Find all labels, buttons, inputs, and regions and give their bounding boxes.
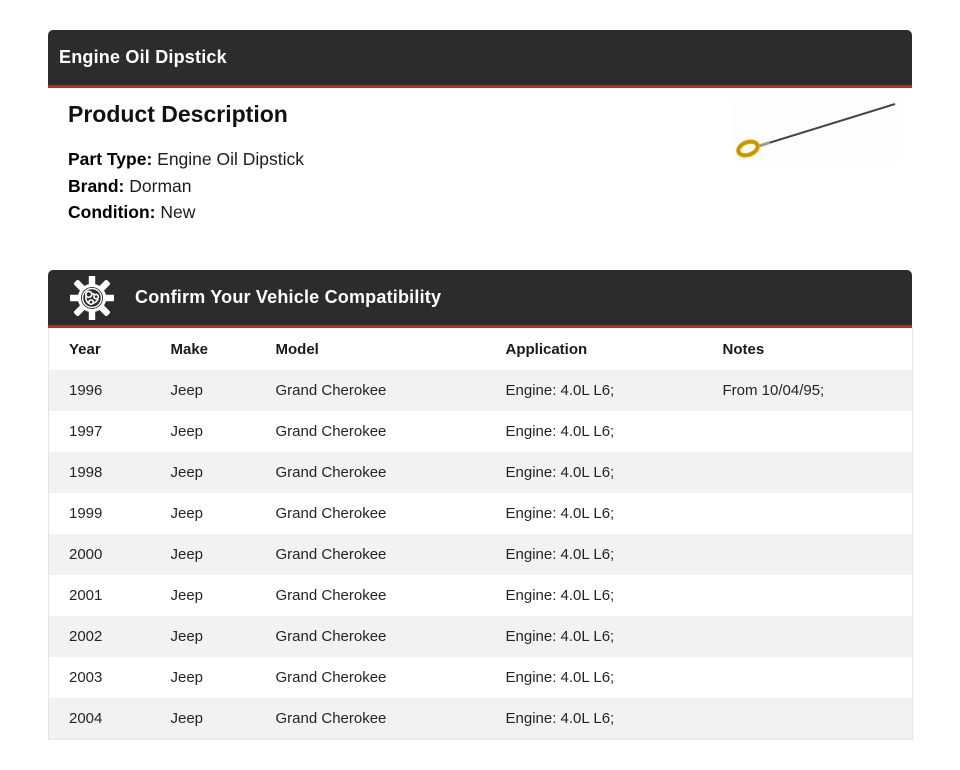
detail-condition: Condition: New	[68, 199, 912, 226]
cell-model: Grand Cherokee	[255, 370, 486, 411]
table-row: 1997 Jeep Grand Cherokee Engine: 4.0L L6…	[48, 411, 913, 452]
table-row: 2002 Jeep Grand Cherokee Engine: 4.0L L6…	[48, 616, 913, 657]
cell-model: Grand Cherokee	[255, 657, 486, 698]
cell-year: 2001	[48, 575, 151, 616]
cell-model: Grand Cherokee	[255, 534, 486, 575]
cell-year: 1999	[48, 493, 151, 534]
cell-notes	[702, 657, 913, 698]
cell-application: Engine: 4.0L L6;	[485, 493, 703, 534]
cell-notes	[702, 575, 913, 616]
cell-make: Jeep	[150, 616, 256, 657]
cell-model: Grand Cherokee	[255, 616, 486, 657]
cell-application: Engine: 4.0L L6;	[485, 370, 703, 411]
table-row: 2001 Jeep Grand Cherokee Engine: 4.0L L6…	[48, 575, 913, 616]
cell-model: Grand Cherokee	[255, 698, 486, 740]
detail-condition-value: New	[160, 202, 196, 222]
compatibility-title: Confirm Your Vehicle Compatibility	[135, 287, 442, 307]
listing-page: Engine Oil Dipstick Product Description …	[48, 30, 913, 740]
table-row: 2004 Jeep Grand Cherokee Engine: 4.0L L6…	[48, 698, 913, 740]
cell-make: Jeep	[150, 452, 256, 493]
cell-application: Engine: 4.0L L6;	[485, 534, 703, 575]
cell-application: Engine: 4.0L L6;	[485, 575, 703, 616]
cell-year: 1996	[48, 370, 151, 411]
cell-application: Engine: 4.0L L6;	[485, 698, 703, 740]
cell-make: Jeep	[150, 411, 256, 452]
cell-notes: From 10/04/95;	[702, 370, 913, 411]
table-row: 2003 Jeep Grand Cherokee Engine: 4.0L L6…	[48, 657, 913, 698]
product-photo-dipstick	[733, 97, 903, 161]
compatibility-table-body: 1996 Jeep Grand Cherokee Engine: 4.0L L6…	[48, 370, 913, 740]
cell-year: 2003	[48, 657, 151, 698]
detail-brand: Brand: Dorman	[68, 173, 912, 200]
cell-make: Jeep	[150, 493, 256, 534]
col-application: Application	[485, 328, 703, 370]
cell-notes	[702, 452, 913, 493]
detail-brand-value: Dorman	[129, 175, 192, 196]
cell-notes	[702, 698, 913, 740]
cell-year: 2004	[48, 698, 151, 740]
cell-year: 2002	[48, 616, 151, 657]
cell-model: Grand Cherokee	[255, 575, 486, 616]
table-row: 1998 Jeep Grand Cherokee Engine: 4.0L L6…	[48, 452, 913, 493]
cell-application: Engine: 4.0L L6;	[485, 411, 703, 452]
detail-brand-label: Brand:	[68, 175, 125, 196]
table-row: 1996 Jeep Grand Cherokee Engine: 4.0L L6…	[48, 370, 913, 411]
table-row: 2000 Jeep Grand Cherokee Engine: 4.0L L6…	[48, 534, 913, 575]
detail-part-type-label: Part Type:	[68, 149, 153, 169]
product-description-section: Product Description Part Type: Engine Oi…	[48, 88, 912, 270]
table-row: 1999 Jeep Grand Cherokee Engine: 4.0L L6…	[48, 493, 913, 534]
cell-make: Jeep	[150, 370, 256, 411]
cell-make: Jeep	[150, 698, 256, 740]
detail-condition-label: Condition:	[68, 202, 156, 222]
cell-application: Engine: 4.0L L6;	[485, 657, 703, 698]
col-make: Make	[150, 328, 256, 370]
compatibility-table: Year Make Model Application Notes 1996 J…	[48, 328, 913, 740]
cell-year: 1997	[48, 411, 151, 452]
cell-application: Engine: 4.0L L6;	[485, 452, 703, 493]
title-bar: Engine Oil Dipstick	[48, 30, 912, 88]
cell-notes	[702, 616, 913, 657]
cell-notes	[702, 493, 913, 534]
cell-notes	[702, 411, 913, 452]
cell-application: Engine: 4.0L L6;	[485, 616, 703, 657]
cell-year: 1998	[48, 452, 151, 493]
compatibility-table-head: Year Make Model Application Notes	[48, 328, 913, 370]
engine-gear-icon	[70, 275, 114, 320]
cell-make: Jeep	[150, 534, 256, 575]
table-header-row: Year Make Model Application Notes	[48, 328, 913, 370]
page-title: Engine Oil Dipstick	[59, 47, 227, 67]
detail-part-type-value: Engine Oil Dipstick	[157, 149, 305, 169]
cell-make: Jeep	[150, 575, 256, 616]
col-year: Year	[48, 328, 151, 370]
cell-model: Grand Cherokee	[255, 452, 486, 493]
compatibility-header: Confirm Your Vehicle Compatibility	[48, 270, 912, 328]
cell-make: Jeep	[150, 657, 256, 698]
col-notes: Notes	[702, 328, 913, 370]
cell-model: Grand Cherokee	[255, 493, 486, 534]
cell-year: 2000	[48, 534, 151, 575]
cell-notes	[702, 534, 913, 575]
col-model: Model	[255, 328, 486, 370]
cell-model: Grand Cherokee	[255, 411, 486, 452]
